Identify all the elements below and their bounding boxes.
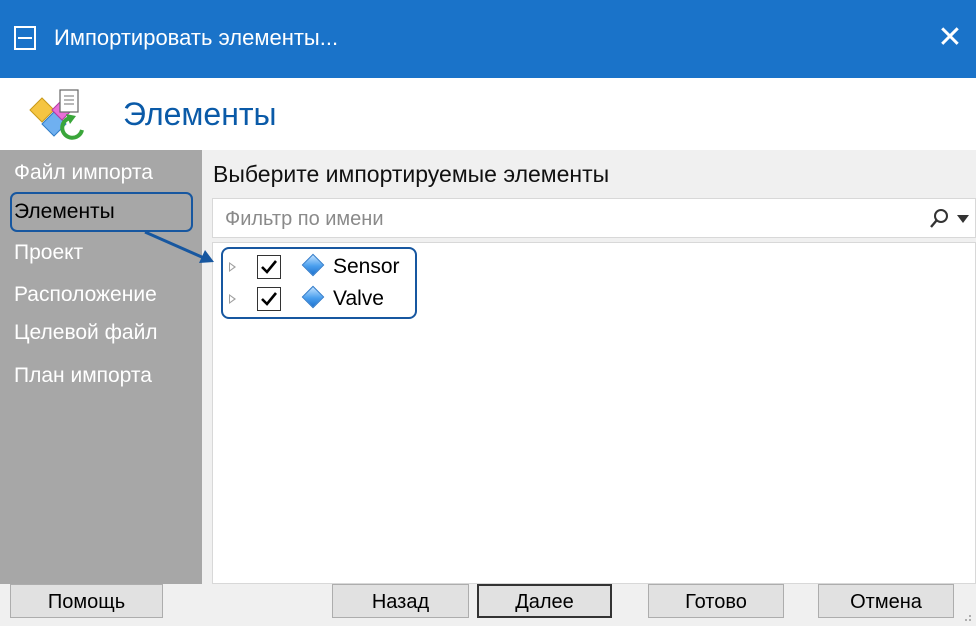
import-elements-icon [29,89,84,140]
window-app-icon [14,26,36,50]
wizard-sidebar: Файл импорта Элементы Проект Расположени… [0,150,202,584]
help-button[interactable]: Помощь [10,584,163,618]
next-button[interactable]: Далее [477,584,612,618]
resize-grip-icon[interactable] [962,612,972,622]
checkmark-icon [261,292,278,306]
instruction-text: Выберите импортируемые элементы [213,161,610,187]
search-icon[interactable] [929,208,949,230]
header-title: Элементы [123,96,277,132]
sidebar-item-target-file[interactable]: Целевой файл [14,318,158,348]
chevron-down-icon[interactable] [957,215,969,223]
checkmark-icon [261,260,278,274]
button-bar: Помощь Назад Далее Готово Отмена [0,584,976,626]
back-button[interactable]: Назад [332,584,469,618]
finish-button[interactable]: Готово [648,584,784,618]
window-title: Импортировать элементы... [54,25,339,50]
page-header: Элементы [0,78,976,150]
filter-box [212,198,976,238]
elements-tree: Sensor Valve [212,242,976,584]
tree-item-label: Sensor [333,255,400,278]
sidebar-item-project[interactable]: Проект [14,238,83,268]
sidebar-item-import-plan[interactable]: План импорта [14,361,152,391]
sidebar-item-location[interactable]: Расположение [14,280,157,310]
sidebar-item-import-file[interactable]: Файл импорта [14,158,153,188]
filter-input[interactable] [223,205,907,233]
title-bar: Импортировать элементы... ✕ [0,0,976,78]
valve-checkbox[interactable] [257,287,281,311]
cancel-button[interactable]: Отмена [818,584,954,618]
tree-item-label: Valve [333,287,384,310]
close-icon[interactable]: ✕ [930,18,970,58]
main-content: Выберите импортируемые элементы Sensor [202,150,976,584]
expand-arrow-icon[interactable] [229,294,236,304]
sensor-checkbox[interactable] [257,255,281,279]
sidebar-item-elements[interactable]: Элементы [14,197,115,227]
expand-arrow-icon[interactable] [229,262,236,272]
